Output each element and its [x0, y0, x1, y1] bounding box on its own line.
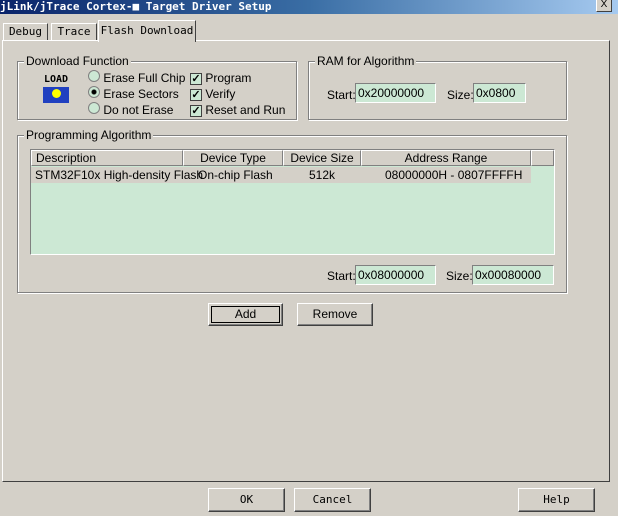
close-button[interactable]: X [596, 0, 612, 12]
cell-device-type: On-chip Flash [198, 168, 273, 182]
ram-start-label: Start: [327, 88, 356, 102]
group-title: Download Function [24, 54, 131, 68]
programming-algorithm-group: Programming Algorithm Description Device… [17, 128, 567, 293]
radio-do-not-erase[interactable]: Do not Erase [88, 102, 173, 117]
tab-flash-download[interactable]: Flash Download [98, 20, 196, 42]
tab-debug[interactable]: Debug [3, 23, 48, 41]
ram-size-label: Size: [447, 88, 474, 102]
cell-address-range: 08000000H - 0807FFFFH [385, 168, 523, 182]
group-title: Programming Algorithm [24, 128, 154, 142]
checkbox-reset-and-run[interactable]: ✓ Reset and Run [190, 103, 285, 117]
column-device-type[interactable]: Device Type [183, 150, 283, 166]
algorithm-list[interactable]: Description Device Type Device Size Addr… [30, 149, 555, 255]
ram-group: RAM for Algorithm Start: 0x20000000 Size… [308, 54, 567, 120]
cell-description: STM32F10x High-density Flash [35, 168, 204, 182]
ram-start-input[interactable]: 0x20000000 [355, 83, 436, 103]
group-title: RAM for Algorithm [315, 54, 417, 68]
title-bar: jLink/jTrace Cortex-■ Target Driver Setu… [0, 0, 618, 14]
algo-start-input[interactable]: 0x08000000 [355, 265, 436, 285]
window-title: jLink/jTrace Cortex-■ Target Driver Setu… [0, 0, 272, 13]
table-row[interactable]: STM32F10x High-density Flash On-chip Fla… [31, 167, 531, 183]
column-device-size[interactable]: Device Size [283, 150, 361, 166]
column-filler [531, 150, 554, 166]
cancel-button[interactable]: Cancel [294, 488, 371, 512]
checkbox-verify[interactable]: ✓ Verify [190, 87, 235, 101]
algo-start-label: Start: [327, 269, 356, 283]
close-icon: X [600, 0, 608, 10]
algo-size-input[interactable]: 0x00080000 [472, 265, 554, 285]
download-function-group: Download Function LOAD Erase Full Chip E… [17, 54, 297, 120]
remove-button[interactable]: Remove [297, 303, 373, 326]
add-button[interactable]: Add [208, 303, 283, 326]
ok-button[interactable]: OK [208, 488, 285, 512]
checkbox-program[interactable]: ✓ Program [190, 71, 251, 85]
algo-size-label: Size: [446, 269, 473, 283]
radio-erase-sectors[interactable]: Erase Sectors [88, 86, 179, 101]
help-button[interactable]: Help [518, 488, 595, 512]
column-description[interactable]: Description [31, 150, 183, 166]
radio-erase-full-chip[interactable]: Erase Full Chip [88, 70, 185, 85]
ram-size-input[interactable]: 0x0800 [473, 83, 526, 103]
column-address-range[interactable]: Address Range [361, 150, 531, 166]
load-icon: LOAD [40, 75, 72, 107]
tab-trace[interactable]: Trace [51, 23, 97, 41]
cell-device-size: 512k [309, 168, 336, 182]
